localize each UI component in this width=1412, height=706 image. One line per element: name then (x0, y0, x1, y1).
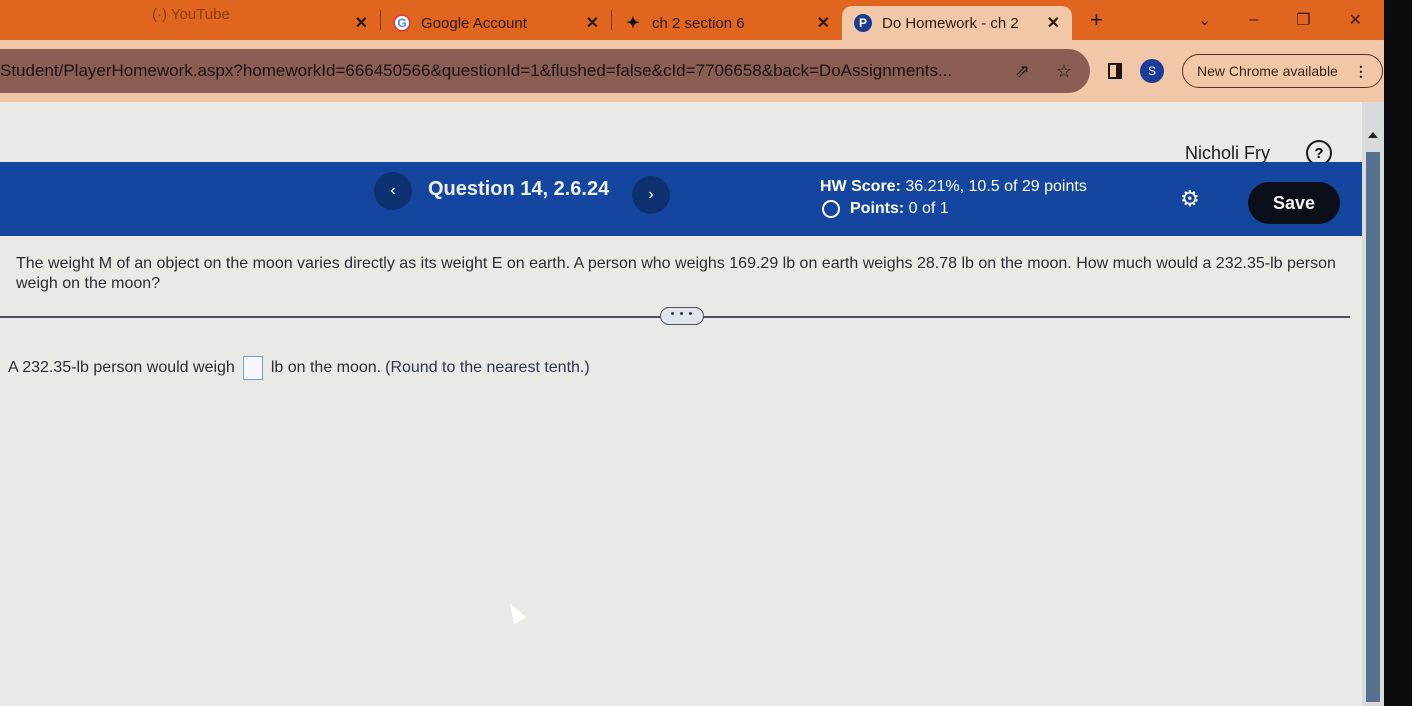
question-title: Question 14, 2.6.24 (428, 178, 610, 200)
answer-row: A 232.35-lb person would weigh lb on the… (8, 356, 590, 380)
close-icon[interactable]: ✕ (817, 13, 830, 33)
previous-question-button[interactable]: ‹ (374, 172, 412, 210)
mouse-cursor-icon (503, 599, 527, 625)
bird-icon: ✦ (626, 15, 640, 32)
answer-suffix: lb on the moon. (270, 359, 382, 376)
answer-input[interactable] (242, 356, 263, 380)
tab-do-homework[interactable]: P Do Homework - ch 2 ✕ (842, 6, 1072, 40)
hw-score-value: 36.21%, 10.5 of 29 points (905, 178, 1087, 195)
question-header: ‹ Question 14, 2.6.24 › HW Score: 36.21%… (0, 162, 1362, 236)
minimize-button[interactable]: – (1249, 11, 1258, 29)
close-window-button[interactable]: ✕ (1349, 10, 1362, 30)
window-controls: ⌄ – ❐ ✕ (1198, 10, 1384, 30)
points-value: 0 of 1 (908, 200, 949, 217)
google-icon: G (393, 14, 411, 32)
restore-button[interactable]: ❐ (1296, 10, 1310, 30)
points-label: Points: (850, 200, 905, 217)
tab-title: ch 2 section 6 (652, 14, 745, 32)
side-panel-icon[interactable] (1108, 63, 1122, 79)
monitor-bezel (1384, 0, 1412, 706)
expand-more-button[interactable]: • • • (660, 307, 704, 325)
tab-google-account[interactable]: G Google Account ✕ (381, 6, 611, 40)
new-tab-button[interactable]: + (1090, 7, 1103, 33)
tab-title: Google Account (421, 14, 527, 32)
homework-page: Nicholi Fry ? ‹ Question 14, 2.6.24 › HW… (0, 102, 1362, 706)
user-name: Nicholi Fry (1184, 142, 1270, 163)
tab-search-chevron-icon[interactable]: ⌄ (1198, 10, 1211, 30)
tab-strip: (·) YouTube ✕ G Google Account ✕ ✦ ch 2 … (0, 0, 1384, 40)
close-icon[interactable]: ✕ (1047, 13, 1060, 33)
hw-score-label: HW Score: (820, 178, 901, 195)
pearson-icon: P (854, 14, 872, 32)
address-bar[interactable]: Student/PlayerHomework.aspx?homeworkId=6… (0, 49, 1090, 93)
browser-toolbar: Student/PlayerHomework.aspx?homeworkId=6… (0, 40, 1384, 102)
close-icon[interactable]: ✕ (355, 13, 368, 33)
close-icon[interactable]: ✕ (586, 13, 599, 33)
score-panel: HW Score: 36.21%, 10.5 of 29 points Poin… (820, 176, 1087, 220)
update-label: New Chrome available (1197, 63, 1338, 79)
settings-gear-icon[interactable]: ⚙ (1180, 186, 1200, 212)
answer-prefix: A 232.35-lb person would weigh (8, 359, 235, 376)
chrome-update-button[interactable]: New Chrome available ⋮ (1182, 54, 1383, 88)
profile-avatar[interactable]: S (1140, 59, 1164, 83)
page-scrollbar[interactable] (1362, 102, 1384, 706)
next-question-button[interactable]: › (632, 176, 670, 214)
tab-title: (·) YouTube (152, 5, 230, 23)
scroll-thumb[interactable] (1366, 152, 1380, 702)
share-icon[interactable]: ⇗ (1015, 61, 1030, 82)
answer-hint: (Round to the nearest tenth.) (385, 359, 590, 376)
points-status-icon (822, 200, 840, 218)
url-text[interactable]: Student/PlayerHomework.aspx?homeworkId=6… (0, 61, 952, 81)
bookmark-star-icon[interactable]: ☆ (1056, 61, 1072, 82)
save-button[interactable]: Save (1248, 182, 1340, 224)
menu-icon[interactable]: ⋮ (1354, 63, 1368, 80)
question-text: The weight M of an object on the moon va… (16, 255, 1336, 292)
tab-ch2-section6[interactable]: ✦ ch 2 section 6 ✕ (612, 6, 842, 40)
tab-title: Do Homework - ch 2 (882, 14, 1019, 32)
browser-window: (·) YouTube ✕ G Google Account ✕ ✦ ch 2 … (0, 0, 1384, 706)
scroll-up-arrow-icon[interactable] (1368, 132, 1378, 138)
tab-youtube[interactable]: (·) YouTube ✕ (140, 6, 380, 40)
